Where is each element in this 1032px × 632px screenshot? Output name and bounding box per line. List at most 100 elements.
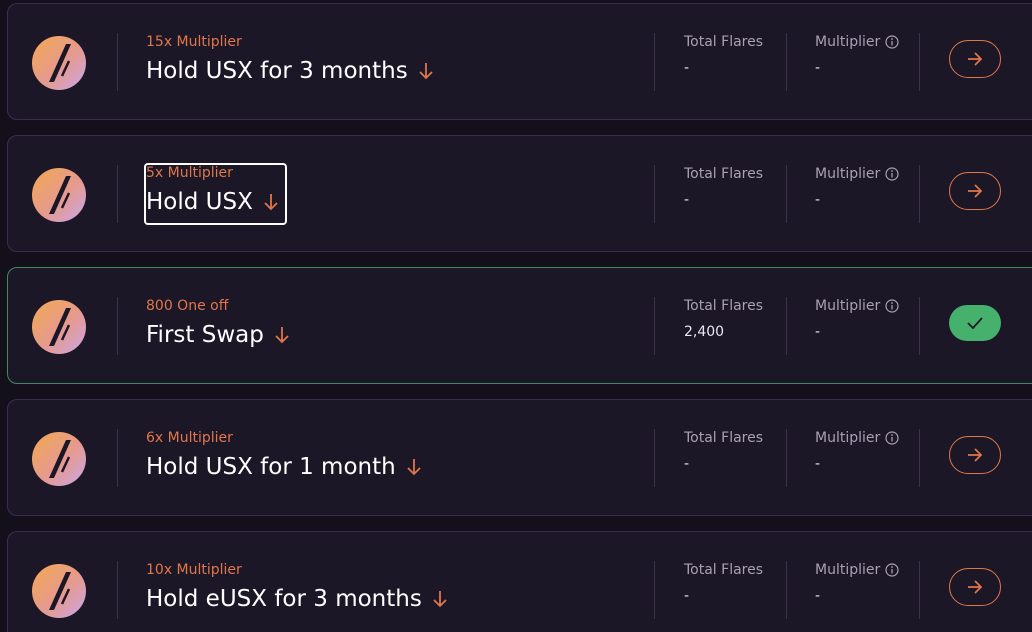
stat-value: -	[684, 588, 690, 604]
task-card: 6x Multiplier Hold USX for 1 month Total…	[7, 399, 1032, 516]
task-info-focused[interactable]: 5x Multiplier Hold USX	[144, 163, 287, 225]
task-title-text: First Swap	[146, 322, 264, 348]
divider	[919, 297, 920, 355]
task-info: 6x Multiplier Hold USX for 1 month	[146, 430, 422, 488]
info-icon[interactable]	[885, 167, 899, 181]
task-title-text: Hold USX	[146, 189, 253, 215]
task-title: Hold eUSX for 3 months	[146, 584, 448, 614]
stat-label: Total Flares	[684, 298, 764, 314]
stat-label: Multiplier	[815, 166, 881, 182]
divider	[117, 429, 118, 487]
arrow-down-icon	[407, 459, 421, 476]
stat-label: Multiplier	[815, 34, 881, 50]
arrow-right-icon	[968, 184, 983, 198]
total-flares-stat: Total Flares -	[684, 561, 763, 606]
total-flares-stat: Total Flares -	[684, 33, 763, 78]
divider	[117, 297, 118, 355]
task-title: Hold USX	[146, 187, 279, 217]
divider	[786, 561, 787, 619]
divider	[786, 429, 787, 487]
divider	[654, 165, 655, 223]
divider	[786, 297, 787, 355]
stat-label: Total Flares	[684, 562, 764, 578]
arrow-right-icon	[968, 448, 983, 462]
task-card-completed: 800 One off First Swap Total Flares 2,40…	[7, 267, 1032, 384]
go-button[interactable]	[949, 40, 1001, 78]
task-subtitle: 15x Multiplier	[146, 34, 242, 50]
total-flares-stat: Total Flares -	[684, 165, 763, 210]
stat-label: Total Flares	[684, 430, 764, 446]
stat-value: -	[684, 456, 690, 472]
stat-label: Total Flares	[684, 34, 764, 50]
task-title-text: Hold USX for 3 months	[146, 58, 408, 84]
multiplier-stat: Multiplier -	[815, 561, 899, 606]
stat-value: -	[815, 60, 821, 76]
stat-value: -	[815, 192, 821, 208]
stat-value: -	[815, 588, 821, 604]
stat-label-row: Multiplier	[815, 297, 899, 315]
stat-value: 2,400	[684, 324, 725, 340]
task-card: 15x Multiplier Hold USX for 3 months Tot…	[7, 3, 1032, 120]
multiplier-stat: Multiplier -	[815, 297, 899, 342]
info-icon[interactable]	[885, 35, 899, 49]
stat-label: Multiplier	[815, 298, 881, 314]
divider	[117, 165, 118, 223]
stat-label: Total Flares	[684, 166, 764, 182]
go-button[interactable]	[949, 436, 1001, 474]
stat-label: Multiplier	[815, 430, 881, 446]
task-subtitle: 800 One off	[146, 298, 229, 314]
task-info: 800 One off First Swap	[146, 298, 290, 356]
divider	[654, 429, 655, 487]
usx-logo-icon	[32, 432, 86, 486]
multiplier-stat: Multiplier -	[815, 429, 899, 474]
divider	[919, 561, 920, 619]
usx-logo-icon	[32, 300, 86, 354]
stat-value: -	[684, 192, 690, 208]
stat-label-row: Multiplier	[815, 33, 899, 51]
divider	[786, 165, 787, 223]
checkmark-icon	[967, 317, 983, 330]
go-button[interactable]	[949, 568, 1001, 606]
stat-label-row: Multiplier	[815, 561, 899, 579]
divider	[919, 165, 920, 223]
task-list: 15x Multiplier Hold USX for 3 months Tot…	[0, 0, 1032, 632]
arrow-right-icon	[968, 52, 983, 66]
go-button[interactable]	[949, 172, 1001, 210]
divider	[654, 33, 655, 91]
completed-button[interactable]	[949, 305, 1001, 341]
usx-logo-icon	[32, 168, 86, 222]
multiplier-stat: Multiplier -	[815, 165, 899, 210]
info-icon[interactable]	[885, 299, 899, 313]
arrow-down-icon	[433, 591, 447, 608]
info-icon[interactable]	[885, 563, 899, 577]
divider	[654, 297, 655, 355]
stat-label-row: Multiplier	[815, 165, 899, 183]
stat-label-row: Multiplier	[815, 429, 899, 447]
divider	[786, 33, 787, 91]
total-flares-stat: Total Flares -	[684, 429, 763, 474]
stat-label: Multiplier	[815, 562, 881, 578]
task-card: 5x Multiplier Hold USX Total Flares - Mu…	[7, 135, 1032, 252]
total-flares-stat: Total Flares 2,400	[684, 297, 763, 342]
task-subtitle: 10x Multiplier	[146, 562, 242, 578]
task-info: 10x Multiplier Hold eUSX for 3 months	[146, 562, 448, 620]
task-title: Hold USX for 3 months	[146, 56, 434, 86]
info-icon[interactable]	[885, 431, 899, 445]
task-card: 10x Multiplier Hold eUSX for 3 months To…	[7, 531, 1032, 632]
task-title: Hold USX for 1 month	[146, 452, 422, 482]
task-info: 15x Multiplier Hold USX for 3 months	[146, 34, 434, 92]
usx-logo-icon	[32, 36, 86, 90]
multiplier-stat: Multiplier -	[815, 33, 899, 78]
usx-logo-icon	[32, 564, 86, 618]
arrow-down-icon	[275, 327, 289, 344]
divider	[919, 429, 920, 487]
task-subtitle: 5x Multiplier	[146, 165, 233, 181]
divider	[117, 561, 118, 619]
arrow-down-icon	[419, 63, 433, 80]
task-title: First Swap	[146, 320, 290, 350]
stat-value: -	[815, 324, 821, 340]
arrow-down-icon	[264, 194, 278, 211]
stat-value: -	[815, 456, 821, 472]
divider	[654, 561, 655, 619]
stat-value: -	[684, 60, 690, 76]
